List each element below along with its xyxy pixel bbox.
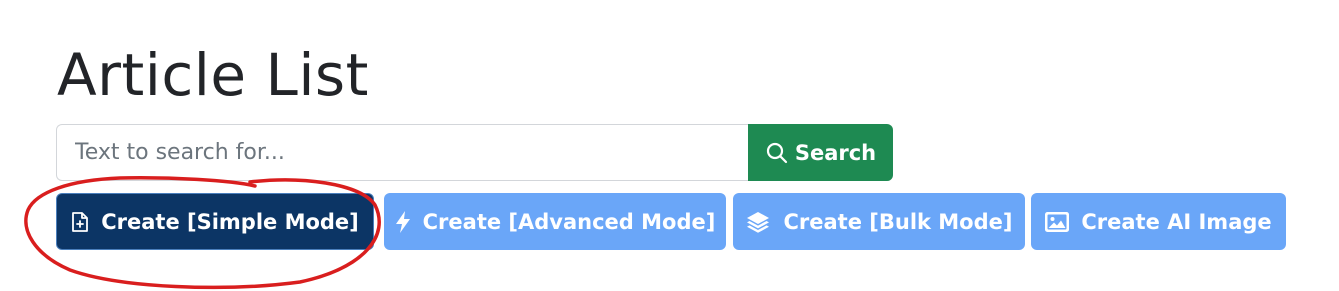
- search-button-label: Search: [794, 140, 877, 165]
- create-advanced-mode-label: Create [Advanced Mode]: [422, 209, 716, 234]
- create-advanced-mode-button[interactable]: Create [Advanced Mode]: [384, 193, 726, 250]
- create-simple-mode-label: Create [Simple Mode]: [101, 209, 359, 234]
- create-bulk-mode-label: Create [Bulk Mode]: [783, 209, 1013, 234]
- search-icon: [765, 141, 789, 165]
- lightning-icon: [395, 210, 411, 234]
- create-bulk-mode-button[interactable]: Create [Bulk Mode]: [733, 193, 1025, 250]
- search-bar: Search: [56, 124, 893, 181]
- file-plus-icon: [71, 211, 89, 233]
- page-title: Article List: [57, 41, 369, 109]
- create-simple-mode-button[interactable]: Create [Simple Mode]: [56, 193, 374, 250]
- layers-icon: [745, 210, 771, 234]
- create-ai-image-button[interactable]: Create AI Image: [1031, 193, 1286, 250]
- image-icon: [1045, 211, 1070, 232]
- create-ai-image-label: Create AI Image: [1081, 209, 1272, 234]
- page: Article List Search Create: [0, 0, 1339, 291]
- search-button[interactable]: Search: [748, 124, 893, 181]
- search-input[interactable]: [56, 124, 748, 181]
